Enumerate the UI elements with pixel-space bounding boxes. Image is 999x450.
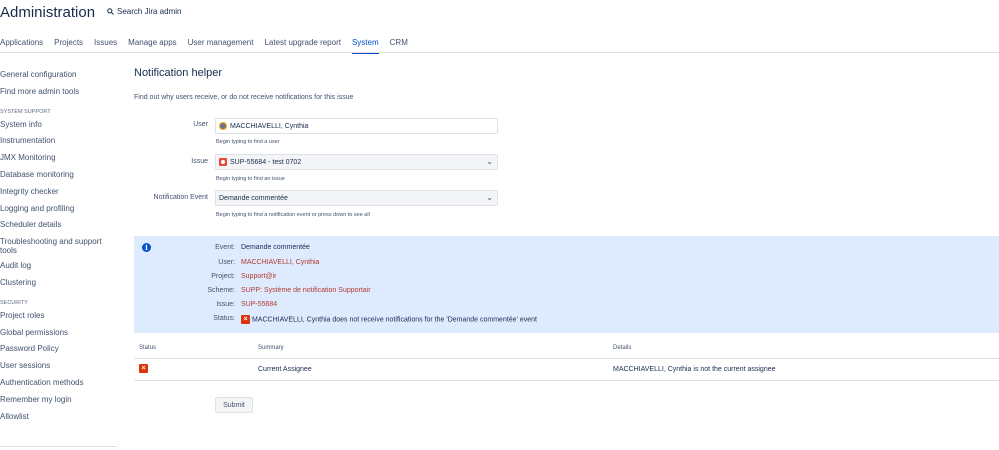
info-status-value: × MACCHIAVELLI, Cynthia does not receive… xyxy=(241,315,537,324)
sidebar-item-allowlist[interactable]: Allowlist xyxy=(0,409,118,426)
table-header-details: Details xyxy=(613,345,632,351)
search-label: Search Jira admin xyxy=(117,7,182,16)
issue-hint: Begin typing to find an issue xyxy=(216,176,285,182)
info-status-key: Status: xyxy=(213,315,235,322)
notification-event-hint: Begin typing to find a notification even… xyxy=(216,212,370,218)
nav-divider xyxy=(0,52,999,53)
chevron-down-icon: ⌄ xyxy=(486,157,493,166)
info-status-text: MACCHIAVELLI, Cynthia does not receive n… xyxy=(251,316,537,324)
sidebar-heading-security: SECURITY xyxy=(0,299,28,306)
page-title: Notification helper xyxy=(134,67,223,79)
sidebar-item-clustering[interactable]: Clustering xyxy=(0,275,118,292)
user-hint: Begin typing to find a user xyxy=(216,139,280,145)
user-picker[interactable]: MACCHIAVELLI, Cynthia xyxy=(215,118,498,134)
sidebar-item-general-configuration[interactable]: General configuration xyxy=(0,67,118,84)
info-event-key: Event: xyxy=(215,244,235,251)
user-label: User xyxy=(193,121,208,128)
sidebar-divider xyxy=(0,446,117,447)
chevron-down-icon: ⌄ xyxy=(486,193,493,202)
sidebar-heading-system-support: SYSTEM SUPPORT xyxy=(0,108,51,115)
sidebar-item-password-policy[interactable]: Password Policy xyxy=(0,341,118,358)
info-scheme-key: Scheme: xyxy=(207,287,235,294)
user-value: MACCHIAVELLI, Cynthia xyxy=(230,122,309,130)
issue-value: SUP-55684 - test 0702 xyxy=(230,158,302,166)
info-user-link[interactable]: MACCHIAVELLI, Cynthia xyxy=(241,259,319,266)
sidebar-item-user-sessions[interactable]: User sessions xyxy=(0,358,118,375)
table-header-summary: Summary xyxy=(258,345,284,351)
notification-event-label: Notification Event xyxy=(153,194,208,201)
issue-label: Issue xyxy=(191,158,208,165)
table-header-status: Status xyxy=(139,345,157,351)
info-issue-link[interactable]: SUP-55684 xyxy=(241,301,277,308)
row-details: MACCHIAVELLI, Cynthia is not the current… xyxy=(613,366,776,373)
info-project-key: Project: xyxy=(211,273,235,280)
notification-event-value: Demande commentée xyxy=(219,194,288,202)
sidebar-item-global-permissions[interactable]: Global permissions xyxy=(0,325,118,342)
sidebar-item-logging-and-profiling[interactable]: Logging and profiling xyxy=(0,201,118,218)
sidebar-item-jmx-monitoring[interactable]: JMX Monitoring xyxy=(0,150,118,167)
info-user-key: User: xyxy=(218,259,235,266)
issue-type-icon xyxy=(219,158,227,166)
info-scheme-link[interactable]: SUPP: Système de notification Supportair xyxy=(241,287,371,294)
sidebar-item-project-roles[interactable]: Project roles xyxy=(0,308,118,325)
sidebar-item-scheduler-details[interactable]: Scheduler details xyxy=(0,217,118,234)
error-x-icon: × xyxy=(241,315,250,324)
info-event-value: Demande commentée xyxy=(241,244,310,251)
issue-select[interactable]: SUP-55684 - test 0702 ⌄ xyxy=(215,154,498,170)
sidebar-item-database-monitoring[interactable]: Database monitoring xyxy=(0,167,118,184)
admin-search[interactable]: Search Jira admin xyxy=(107,7,181,16)
sidebar-item-instrumentation[interactable]: Instrumentation xyxy=(0,133,118,150)
page-header-title: Administration xyxy=(0,4,96,21)
info-project-link[interactable]: Support@ir xyxy=(241,273,277,280)
page-description: Find out why users receive, or do not re… xyxy=(134,94,354,101)
sidebar-item-audit-log[interactable]: Audit log xyxy=(0,258,118,275)
table-row-divider xyxy=(134,380,999,381)
sidebar-item-system-info[interactable]: System info xyxy=(0,117,118,134)
sidebar-item-authentication-methods[interactable]: Authentication methods xyxy=(0,375,118,392)
row-summary: Current Assignee xyxy=(258,366,312,373)
submit-button[interactable]: Submit xyxy=(215,397,253,413)
table-header-divider xyxy=(134,358,999,359)
notification-event-select[interactable]: Demande commentée ⌄ xyxy=(215,190,498,206)
sidebar-item-find-more-admin-tools[interactable]: Find more admin tools xyxy=(0,84,118,101)
sidebar-item-integrity-checker[interactable]: Integrity checker xyxy=(0,184,118,201)
sidebar-item-troubleshooting[interactable]: Troubleshooting and support tools xyxy=(0,234,110,258)
user-avatar xyxy=(219,122,227,130)
search-icon xyxy=(107,8,114,15)
sidebar-item-remember-my-login[interactable]: Remember my login xyxy=(0,392,118,409)
sidebar: General configuration Find more admin to… xyxy=(0,67,118,425)
info-issue-key: Issue: xyxy=(216,301,235,308)
error-x-icon: × xyxy=(139,364,148,373)
